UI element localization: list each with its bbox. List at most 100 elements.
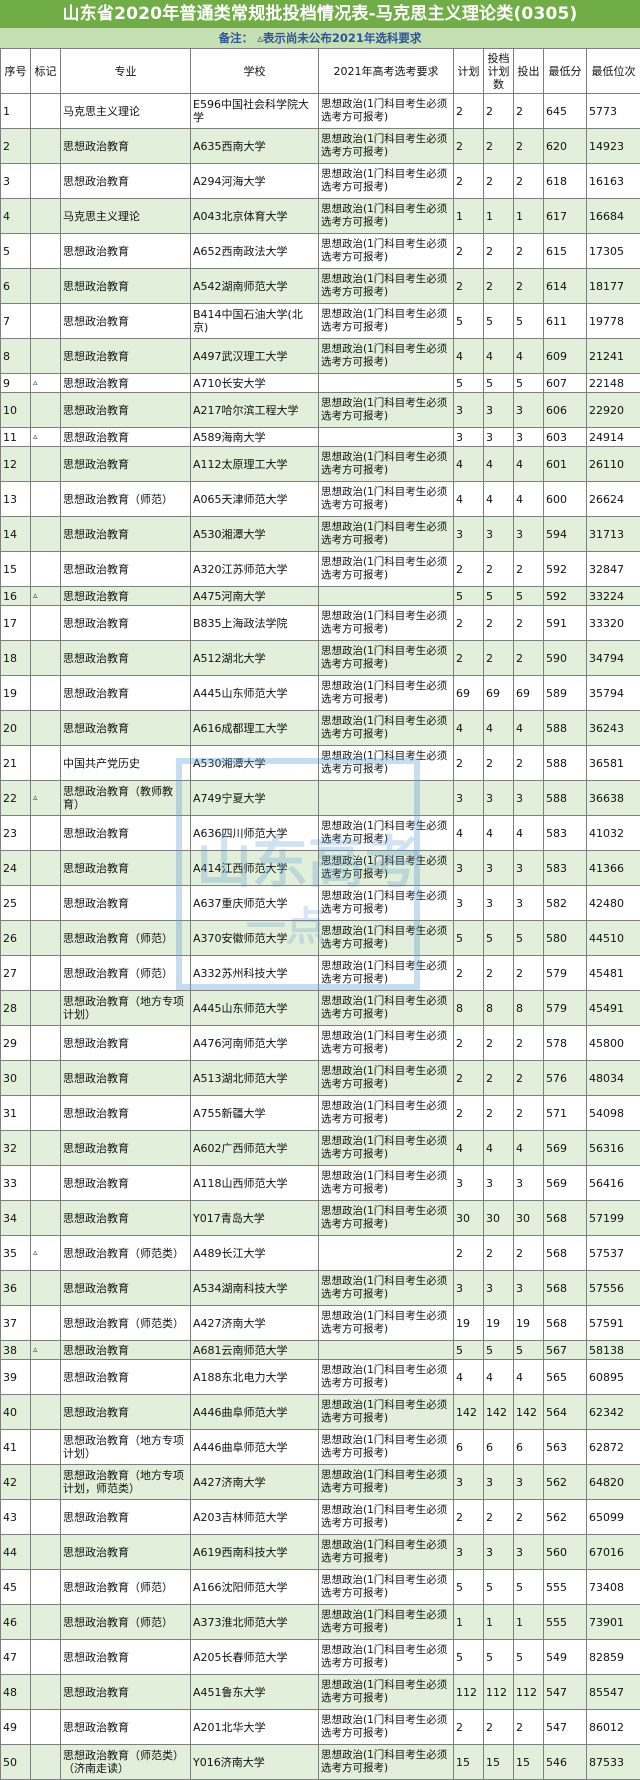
plan-cell: 2	[453, 128, 484, 164]
seq-cell: 37	[0, 1305, 31, 1341]
min-rank-cell: 36581	[586, 745, 640, 781]
mark-cell	[30, 1639, 61, 1675]
min-rank-cell: 36638	[586, 780, 640, 816]
table-row: 9 ▵ 思想政治教育 A710长安大学 5 5 5 607 22148	[0, 373, 640, 393]
min-rank-cell: 57591	[586, 1305, 640, 1341]
plan-cell: 2	[453, 551, 484, 587]
min-score-cell: 592	[543, 586, 587, 606]
min-rank-cell: 41366	[586, 850, 640, 886]
mark-cell	[30, 710, 61, 746]
school-cell: A043北京体育大学	[190, 198, 319, 234]
min-score-cell: 588	[543, 780, 587, 816]
requirement-cell: 思想政治(1门科目考生必须选考方可报考)	[318, 675, 454, 711]
school-cell: A652西南政法大学	[190, 233, 319, 269]
admitted-cell: 6	[513, 1429, 544, 1465]
mark-cell	[30, 1359, 61, 1395]
major-cell: 思想政治教育	[60, 268, 191, 304]
table-row: 1 马克思主义理论 E596中国社会科学院大学 思想政治(1门科目考生必须选考方可报考…	[0, 93, 640, 129]
table-row: 13 思想政治教育（师范） A065天津师范大学 思想政治(1门科目考生必须选考方可报…	[0, 481, 640, 517]
admit-plan-cell: 4	[483, 815, 514, 851]
admit-plan-cell: 5	[483, 1340, 514, 1360]
plan-cell: 2	[453, 1235, 484, 1271]
mark-cell: ▵	[30, 1340, 61, 1360]
min-score-cell: 568	[543, 1200, 587, 1236]
school-cell: A201北华大学	[190, 1709, 319, 1745]
min-rank-cell: 45800	[586, 1025, 640, 1061]
min-score-cell: 565	[543, 1359, 587, 1395]
seq-cell: 31	[0, 1095, 31, 1131]
requirement-cell: 思想政治(1门科目考生必须选考方可报考)	[318, 1394, 454, 1430]
admission-table: 序号 标记 专业 学校 2021年高考选考要求 计划 投档计划数 投出 最低分 最低位次 1 马克思…	[0, 48, 640, 1780]
admitted-cell: 3	[513, 1534, 544, 1570]
admitted-cell: 4	[513, 481, 544, 517]
min-rank-cell: 18177	[586, 268, 640, 304]
mark-cell	[30, 955, 61, 991]
admit-plan-cell: 2	[483, 955, 514, 991]
min-score-cell: 615	[543, 233, 587, 269]
major-cell: 思想政治教育（师范）	[60, 481, 191, 517]
admitted-cell: 2	[513, 268, 544, 304]
mark-cell: ▵	[30, 1235, 61, 1271]
requirement-cell: 思想政治(1门科目考生必须选考方可报考)	[318, 303, 454, 339]
mark-cell	[30, 1709, 61, 1745]
admit-plan-cell: 2	[483, 1709, 514, 1745]
requirement-cell: 思想政治(1门科目考生必须选考方可报考)	[318, 1429, 454, 1465]
column-header: 最低分	[543, 48, 587, 94]
school-cell: A755新疆大学	[190, 1095, 319, 1131]
requirement-cell: 思想政治(1门科目考生必须选考方可报考)	[318, 1674, 454, 1710]
school-cell: A530湘潭大学	[190, 516, 319, 552]
major-cell: 思想政治教育	[60, 1025, 191, 1061]
plan-cell: 5	[453, 920, 484, 956]
admitted-cell: 2	[513, 551, 544, 587]
major-cell: 思想政治教育	[60, 885, 191, 921]
header-row: 序号 标记 专业 学校 2021年高考选考要求 计划 投档计划数 投出 最低分 最低位次	[0, 48, 640, 94]
admitted-cell: 5	[513, 1639, 544, 1675]
major-cell: 思想政治教育	[60, 446, 191, 482]
major-cell: 思想政治教育	[60, 605, 191, 641]
major-cell: 思想政治教育	[60, 675, 191, 711]
seq-cell: 41	[0, 1429, 31, 1465]
min-score-cell: 594	[543, 516, 587, 552]
min-rank-cell: 85547	[586, 1674, 640, 1710]
min-score-cell: 601	[543, 446, 587, 482]
seq-cell: 38	[0, 1340, 31, 1360]
table-row: 35 ▵ 思想政治教育（师范类） A489长江大学 2 2 2 568 57537	[0, 1235, 640, 1271]
min-rank-cell: 54098	[586, 1095, 640, 1131]
school-cell: A636四川师范大学	[190, 815, 319, 851]
table-row: 32 思想政治教育 A602广西师范大学 思想政治(1门科目考生必须选考方可报考) 4 4…	[0, 1130, 640, 1166]
school-cell: A446曲阜师范大学	[190, 1394, 319, 1430]
school-cell: A637重庆师范大学	[190, 885, 319, 921]
plan-cell: 2	[453, 163, 484, 199]
requirement-cell: 思想政治(1门科目考生必须选考方可报考)	[318, 745, 454, 781]
school-cell: A294河海大学	[190, 163, 319, 199]
requirement-cell: 思想政治(1门科目考生必须选考方可报考)	[318, 1270, 454, 1306]
major-cell: 思想政治教育	[60, 373, 191, 393]
table-row: 2 思想政治教育 A635西南大学 思想政治(1门科目考生必须选考方可报考) 2 2 2 62…	[0, 128, 640, 164]
min-score-cell: 583	[543, 815, 587, 851]
requirement-cell: 思想政治(1门科目考生必须选考方可报考)	[318, 1130, 454, 1166]
school-cell: A065天津师范大学	[190, 481, 319, 517]
mark-cell	[30, 1394, 61, 1430]
min-rank-cell: 86012	[586, 1709, 640, 1745]
plan-cell: 2	[453, 233, 484, 269]
school-cell: A427济南大学	[190, 1305, 319, 1341]
min-score-cell: 576	[543, 1060, 587, 1096]
plan-cell: 2	[453, 93, 484, 129]
major-cell: 思想政治教育	[60, 427, 191, 447]
major-cell: 思想政治教育	[60, 1165, 191, 1201]
table-row: 19 思想政治教育 A445山东师范大学 思想政治(1门科目考生必须选考方可报考) 69…	[0, 675, 640, 711]
school-cell: A635西南大学	[190, 128, 319, 164]
admitted-cell: 3	[513, 850, 544, 886]
min-score-cell: 618	[543, 163, 587, 199]
seq-cell: 28	[0, 990, 31, 1026]
major-cell: 思想政治教育	[60, 338, 191, 374]
min-score-cell: 563	[543, 1429, 587, 1465]
admitted-cell: 2	[513, 605, 544, 641]
table-row: 5 思想政治教育 A652西南政法大学 思想政治(1门科目考生必须选考方可报考) 2 2 2…	[0, 233, 640, 269]
major-cell: 思想政治教育	[60, 163, 191, 199]
mark-cell	[30, 1095, 61, 1131]
mark-cell	[30, 1025, 61, 1061]
school-cell: A217哈尔滨工程大学	[190, 392, 319, 428]
seq-cell: 48	[0, 1674, 31, 1710]
admitted-cell: 19	[513, 1305, 544, 1341]
